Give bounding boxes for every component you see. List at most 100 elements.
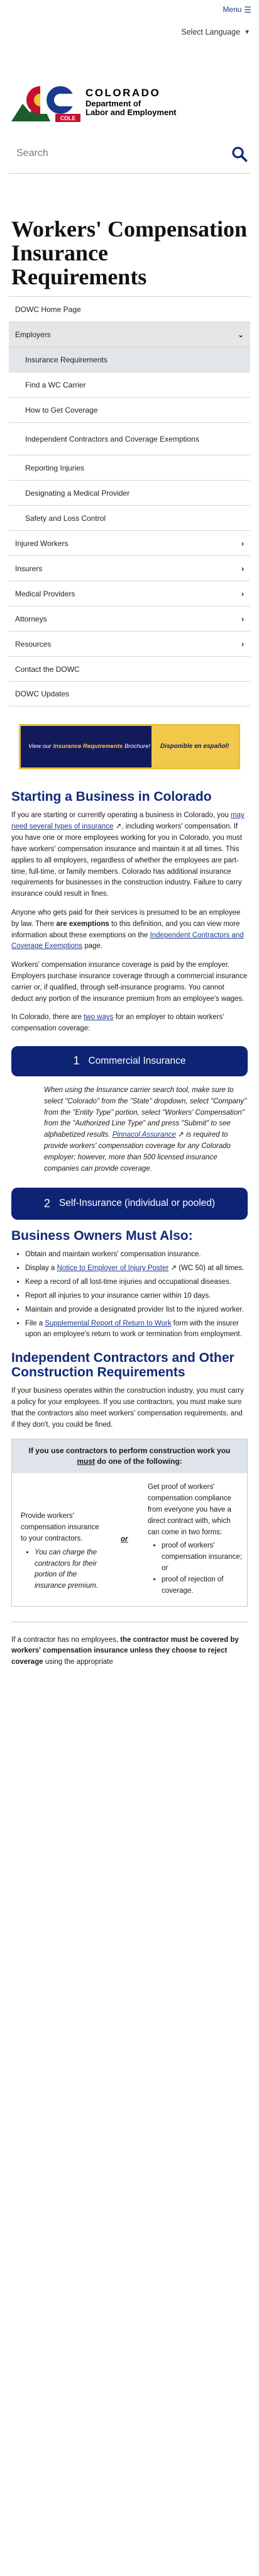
table-row: Provide workers' compensation insurance … <box>12 1473 247 1605</box>
language-select[interactable]: Select Language ▼ <box>181 26 250 38</box>
text: Display a <box>25 1264 57 1273</box>
nav-label: Resources <box>15 639 52 649</box>
nav-label: Safety and Loss Control <box>25 513 106 523</box>
logo-dept-line1: Department of <box>85 99 141 109</box>
menu-button[interactable]: Menu ☰ <box>223 4 251 16</box>
language-label: Select Language <box>181 28 241 36</box>
logo-dept-line2: Labor and Employment <box>85 108 177 118</box>
text: (WC 50) at all times. <box>177 1264 245 1273</box>
search-icon[interactable] <box>231 146 248 162</box>
nav-label: Insurers <box>15 564 43 573</box>
text: Get proof of workers' compensation compl… <box>147 1483 231 1536</box>
search-bar <box>9 138 250 174</box>
banner-text-b: Insurance Requirements <box>53 743 123 750</box>
link-two-ways[interactable]: two ways <box>84 1013 113 1021</box>
nav-label: Independent Contractors and Coverage Exe… <box>25 434 199 443</box>
paragraph: If a contractor has no employees, the co… <box>11 1635 248 1668</box>
nav-item-insurers[interactable]: Insurers › <box>9 555 250 581</box>
text-underline: must <box>77 1457 96 1466</box>
svg-text:CDLE: CDLE <box>60 115 76 121</box>
table-cell-provide: Provide workers' compensation insurance … <box>12 1473 106 1605</box>
main-content: Starting a Business in Colorado If you a… <box>11 789 248 1668</box>
link-notice-poster[interactable]: Notice to Employer of Injury Poster <box>57 1264 169 1272</box>
table-cell-proof: Get proof of workers' compensation compl… <box>139 1473 247 1605</box>
text: , including workers' compensation. If yo… <box>11 823 242 898</box>
banner-left: View our Insurance Requirements Brochure… <box>21 743 152 750</box>
nav-item-attorneys[interactable]: Attorneys › <box>9 606 250 631</box>
commercial-insurance-banner: 1 Commercial Insurance <box>11 1046 248 1076</box>
chevron-down-icon: ⌄ <box>237 330 244 339</box>
top-bar: Menu ☰ <box>0 0 259 16</box>
nav-subitem-independent-contractors[interactable]: Independent Contractors and Coverage Exe… <box>9 422 250 455</box>
nav-label: How to Get Coverage <box>25 405 98 415</box>
chevron-right-icon: › <box>241 564 244 573</box>
table-header: If you use contractors to perform constr… <box>12 1439 247 1474</box>
list-item: proof of rejection of coverage. <box>162 1575 242 1597</box>
banner-text-a: View our <box>28 743 52 750</box>
site-logo[interactable]: CDLE COLORADO Department of Labor and Em… <box>0 49 259 131</box>
list-item: Maintain and provide a designated provid… <box>25 1305 248 1316</box>
nav-subitem-find-carrier[interactable]: Find a WC Carrier <box>9 372 250 398</box>
nav-label: Medical Providers <box>15 589 75 598</box>
nav-item-medical-providers[interactable]: Medical Providers › <box>9 581 250 606</box>
list-item: Display a Notice to Employer of Injury P… <box>25 1263 248 1274</box>
paragraph: Anyone who gets paid for their services … <box>11 908 248 952</box>
banner-spanish: Disponible en español! <box>151 726 238 768</box>
nav-item-employers[interactable]: Employers ⌄ <box>9 321 250 347</box>
nav-label: Reporting Injuries <box>25 463 85 472</box>
nav-subitem-insurance-requirements[interactable]: Insurance Requirements <box>9 347 250 372</box>
nav-subitem-safety-loss-control[interactable]: Safety and Loss Control <box>9 505 250 531</box>
link-supplemental-report[interactable]: Supplemental Report of Return to Work <box>45 1320 171 1327</box>
text: Report all injuries to your insurance ca… <box>25 1291 211 1300</box>
nav-item-dowc-home[interactable]: DOWC Home Page <box>9 296 250 321</box>
side-nav: DOWC Home Page Employers ⌄ Insurance Req… <box>9 296 250 707</box>
hamburger-icon: ☰ <box>244 4 251 14</box>
list-item: Obtain and maintain workers' compensatio… <box>25 1249 248 1261</box>
nav-item-injured-workers[interactable]: Injured Workers › <box>9 530 250 555</box>
nav-subitem-how-to-get-coverage[interactable]: How to Get Coverage <box>9 397 250 423</box>
text: using the appropriate <box>43 1658 113 1666</box>
step-number: 2 <box>43 1196 50 1210</box>
text: In Colorado, there are <box>11 1013 84 1022</box>
step-label: Commercial Insurance <box>88 1056 186 1067</box>
brochure-banner[interactable]: View our Insurance Requirements Brochure… <box>19 724 240 770</box>
list-item: You can charge the contractors for their… <box>35 1547 101 1592</box>
list-item: Keep a record of all lost-time injuries … <box>25 1277 248 1288</box>
paragraph: In Colorado, there are two ways for an e… <box>11 1012 248 1035</box>
nav-subitem-reporting-injuries[interactable]: Reporting Injuries <box>9 455 250 481</box>
language-row: Select Language ▼ <box>0 16 259 49</box>
text: If you are starting or currently operati… <box>11 811 231 820</box>
section-title-owners: Business Owners Must Also: <box>11 1229 193 1244</box>
text: page. <box>82 942 103 951</box>
step-label: Self-Insurance (individual or pooled) <box>58 1198 216 1209</box>
nav-label: Insurance Requirements <box>25 355 107 364</box>
commercial-note: When using the Insurance carrier search … <box>44 1085 248 1175</box>
section-title-starting: Starting a Business in Colorado <box>11 789 212 805</box>
list: You can charge the contractors for their… <box>21 1547 101 1592</box>
nav-item-resources[interactable]: Resources › <box>9 631 250 656</box>
nav-label: Injured Workers <box>15 538 69 548</box>
logo-state: COLORADO <box>85 87 161 99</box>
text: Provide workers' compensation insurance … <box>21 1512 99 1543</box>
chevron-right-icon: › <box>241 589 244 598</box>
nav-item-updates[interactable]: DOWC Updates <box>9 681 250 707</box>
list-item: Report all injuries to your insurance ca… <box>25 1291 248 1302</box>
table-cell-or: or <box>121 1535 128 1543</box>
text: Maintain and provide a designated provid… <box>25 1305 244 1313</box>
external-link-icon: ↗ <box>168 1264 177 1273</box>
banner-text-c: Brochure! <box>124 743 151 750</box>
nav-label: Employers <box>15 330 51 339</box>
section-title-contractors: Independent Contractors and Other Constr… <box>11 1351 234 1380</box>
search-input[interactable] <box>15 147 216 160</box>
paragraph: If your business operates within the con… <box>11 1387 244 1429</box>
nav-label: Find a WC Carrier <box>25 380 86 389</box>
page-title: Workers' Compensation Insurance Requirem… <box>11 216 248 289</box>
link-pinnacol[interactable]: Pinnacol Assurance <box>113 1131 176 1139</box>
chevron-right-icon: › <box>241 639 244 649</box>
self-insurance-banner: 2 Self-Insurance (individual or pooled) <box>11 1187 248 1220</box>
chevron-down-icon: ▼ <box>244 28 250 36</box>
nav-item-contact[interactable]: Contact the DOWC <box>9 656 250 681</box>
contractor-requirements-table: If you use contractors to perform constr… <box>11 1438 248 1607</box>
list: proof of workers' compensation insurance… <box>148 1541 242 1597</box>
nav-subitem-designating-provider[interactable]: Designating a Medical Provider <box>9 480 250 506</box>
